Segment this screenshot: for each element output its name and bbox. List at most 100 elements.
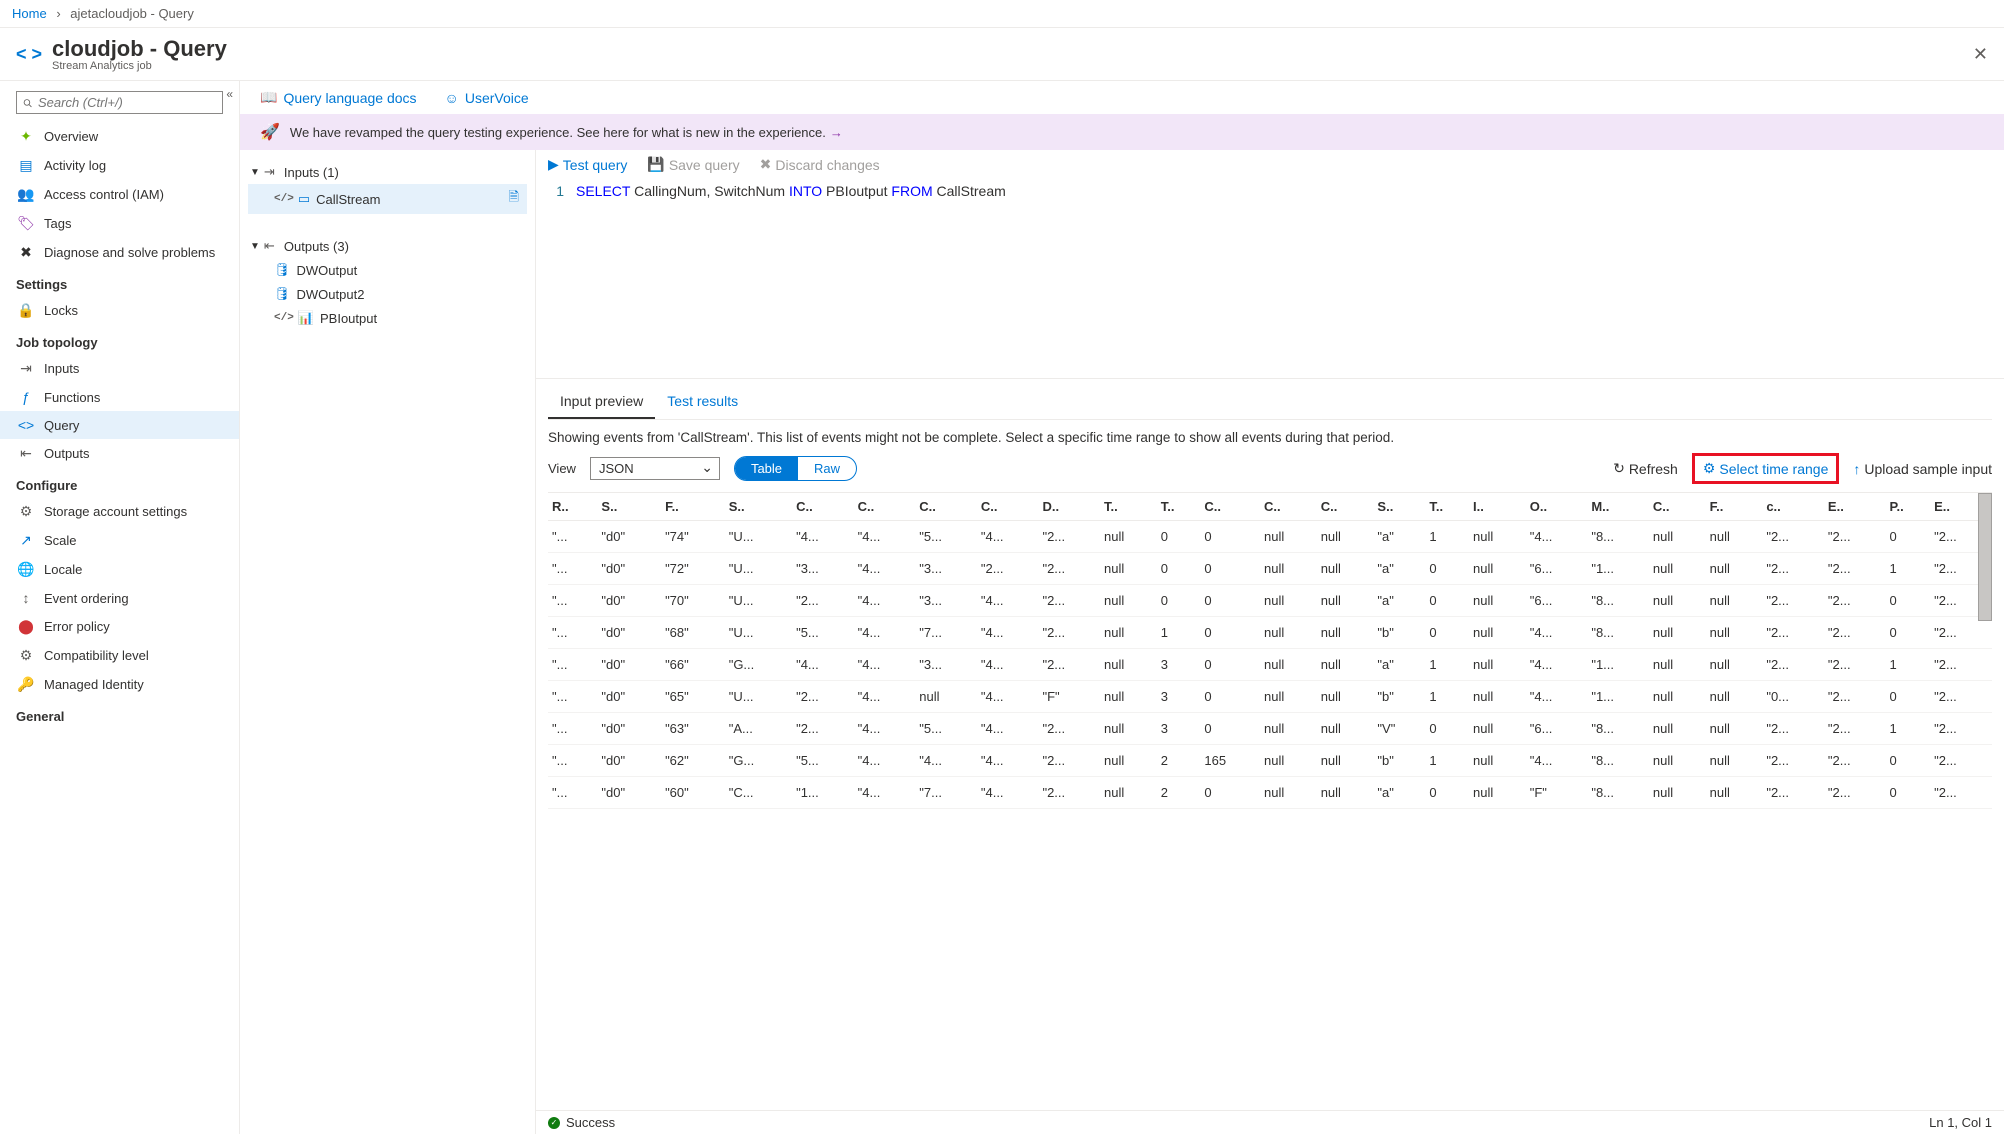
sidebar-item-label: Diagnose and solve problems xyxy=(44,245,215,260)
query-docs-link[interactable]: 📖Query language docs xyxy=(260,89,417,106)
sidebar-item-outputs[interactable]: ⇤Outputs xyxy=(0,439,239,468)
outputs-group-header[interactable]: ▼ ⇤ Outputs (3) xyxy=(248,234,527,258)
sidebar-item-locale[interactable]: 🌐Locale xyxy=(0,555,239,584)
save-query-button[interactable]: 💾Save query xyxy=(647,156,739,173)
table-row[interactable]: "..."d0""66""G..."4..."4..."3..."4..."2.… xyxy=(548,649,1992,681)
discard-changes-button[interactable]: ✖Discard changes xyxy=(760,156,880,173)
tab-test-results[interactable]: Test results xyxy=(655,385,750,419)
sidebar-item-activity-log[interactable]: ▤Activity log xyxy=(0,151,239,180)
column-header[interactable]: C.. xyxy=(854,493,916,521)
table-row[interactable]: "..."d0""74""U..."4..."4..."5..."4..."2.… xyxy=(548,521,1992,553)
sidebar-search-input[interactable] xyxy=(38,95,216,110)
column-header[interactable]: D.. xyxy=(1038,493,1100,521)
sidebar-item-locks[interactable]: 🔒Locks xyxy=(0,296,239,325)
column-header[interactable]: T.. xyxy=(1157,493,1201,521)
sidebar-item-diagnose[interactable]: ✖Diagnose and solve problems xyxy=(0,238,239,267)
document-icon[interactable]: 🗎 xyxy=(509,188,519,210)
table-cell: null xyxy=(1649,745,1706,777)
column-header[interactable]: T.. xyxy=(1100,493,1157,521)
sidebar-item-managed-identity[interactable]: 🔑Managed Identity xyxy=(0,670,239,699)
test-query-button[interactable]: ▶Test query xyxy=(548,156,627,173)
output-node-pbioutput[interactable]: </> 📊 PBIoutput xyxy=(248,306,527,330)
sidebar-item-compatibility[interactable]: ⚙Compatibility level xyxy=(0,641,239,670)
column-header[interactable]: S.. xyxy=(725,493,792,521)
breadcrumb-home[interactable]: Home xyxy=(12,6,47,21)
table-row[interactable]: "..."d0""68""U..."5..."4..."7..."4..."2.… xyxy=(548,617,1992,649)
sidebar-item-label: Functions xyxy=(44,390,100,405)
column-header[interactable]: c.. xyxy=(1762,493,1824,521)
button-label: Upload sample input xyxy=(1864,461,1992,477)
sidebar-item-error-policy[interactable]: ⬤Error policy xyxy=(0,612,239,641)
column-header[interactable]: S.. xyxy=(1373,493,1425,521)
table-cell: null xyxy=(1260,585,1317,617)
column-header[interactable]: C.. xyxy=(1649,493,1706,521)
table-cell: null xyxy=(1100,521,1157,553)
toggle-raw[interactable]: Raw xyxy=(798,457,856,480)
column-header[interactable]: C.. xyxy=(915,493,977,521)
inputs-group-header[interactable]: ▼ ⇥ Inputs (1) xyxy=(248,160,527,184)
sidebar-item-overview[interactable]: ✦Overview xyxy=(0,122,239,151)
code-editor[interactable]: 1 SELECT CallingNum, SwitchNum INTO PBIo… xyxy=(536,179,2004,379)
sidebar-item-label: Storage account settings xyxy=(44,504,187,519)
close-button[interactable]: ✕ xyxy=(1973,44,1988,65)
input-node-callstream[interactable]: </> ▭ CallStream 🗎 xyxy=(248,184,527,214)
toggle-table[interactable]: Table xyxy=(735,457,798,480)
table-cell: "d0" xyxy=(597,553,661,585)
column-header[interactable]: R.. xyxy=(548,493,597,521)
table-cell: 1 xyxy=(1425,745,1469,777)
table-row[interactable]: "..."d0""70""U..."2..."4..."3..."4..."2.… xyxy=(548,585,1992,617)
column-header[interactable]: C.. xyxy=(792,493,854,521)
column-header[interactable]: M.. xyxy=(1587,493,1649,521)
column-header[interactable]: S.. xyxy=(597,493,661,521)
table-cell: "F" xyxy=(1526,777,1588,809)
column-header[interactable]: F.. xyxy=(661,493,725,521)
output-node-dwoutput[interactable]: 🛢 DWOutput xyxy=(248,258,527,282)
sidebar-item-query[interactable]: <>Query xyxy=(0,411,239,439)
table-cell: "4... xyxy=(854,585,916,617)
table-row[interactable]: "..."d0""65""U..."2..."4...null"4..."F"n… xyxy=(548,681,1992,713)
sidebar-item-tags[interactable]: 🏷Tags xyxy=(0,209,239,238)
table-cell: null xyxy=(1706,553,1763,585)
table-cell: "U... xyxy=(725,585,792,617)
upload-sample-button[interactable]: ↑Upload sample input xyxy=(1853,461,1992,477)
uservoice-link[interactable]: ☺UserVoice xyxy=(445,90,529,106)
sidebar-search[interactable] xyxy=(16,91,223,114)
sidebar-item-event-ordering[interactable]: ↕Event ordering xyxy=(0,584,239,612)
select-time-range-button[interactable]: ⚙Select time range xyxy=(1703,460,1829,477)
sidebar-item-functions[interactable]: ƒFunctions xyxy=(0,383,239,411)
table-cell: "4... xyxy=(854,713,916,745)
column-header[interactable]: C.. xyxy=(977,493,1039,521)
column-header[interactable]: E.. xyxy=(1824,493,1886,521)
table-cell: null xyxy=(1649,777,1706,809)
collapse-sidebar-button[interactable]: « xyxy=(226,87,233,101)
sidebar-item-access-control[interactable]: 👥Access control (IAM) xyxy=(0,180,239,209)
sidebar-item-inputs[interactable]: ⇥Inputs xyxy=(0,354,239,383)
tab-input-preview[interactable]: Input preview xyxy=(548,385,655,419)
clock-icon: ↕ xyxy=(16,590,36,606)
refresh-button[interactable]: ↻Refresh xyxy=(1613,460,1678,477)
sidebar-item-scale[interactable]: ↗Scale xyxy=(0,526,239,555)
code-line[interactable]: SELECT CallingNum, SwitchNum INTO PBIout… xyxy=(576,183,1006,374)
results-grid-wrap[interactable]: R..S..F..S..C..C..C..C..D..T..T..C..C..C… xyxy=(548,492,1992,1110)
column-header[interactable]: F.. xyxy=(1706,493,1763,521)
table-cell: 165 xyxy=(1200,745,1260,777)
table-row[interactable]: "..."d0""72""U..."3..."4..."3..."2..."2.… xyxy=(548,553,1992,585)
column-header[interactable]: C.. xyxy=(1260,493,1317,521)
column-header[interactable]: P.. xyxy=(1886,493,1931,521)
column-header[interactable]: I.. xyxy=(1469,493,1526,521)
view-dropdown[interactable]: JSON xyxy=(590,457,720,480)
table-cell: "2... xyxy=(1930,681,1992,713)
table-cell: "4... xyxy=(977,681,1039,713)
column-header[interactable]: T.. xyxy=(1425,493,1469,521)
table-row[interactable]: "..."d0""62""G..."5..."4..."4..."4..."2.… xyxy=(548,745,1992,777)
output-node-dwoutput2[interactable]: 🛢 DWOutput2 xyxy=(248,282,527,306)
column-header[interactable]: C.. xyxy=(1200,493,1260,521)
column-header[interactable]: C.. xyxy=(1317,493,1374,521)
table-row[interactable]: "..."d0""63""A..."2..."4..."5..."4..."2.… xyxy=(548,713,1992,745)
table-row[interactable]: "..."d0""60""C..."1..."4..."7..."4..."2.… xyxy=(548,777,1992,809)
table-cell: null xyxy=(1260,681,1317,713)
arrow-icon[interactable]: → xyxy=(830,125,843,140)
column-header[interactable]: O.. xyxy=(1526,493,1588,521)
sidebar-item-storage[interactable]: ⚙Storage account settings xyxy=(0,497,239,526)
vertical-scrollbar[interactable] xyxy=(1978,493,1992,621)
